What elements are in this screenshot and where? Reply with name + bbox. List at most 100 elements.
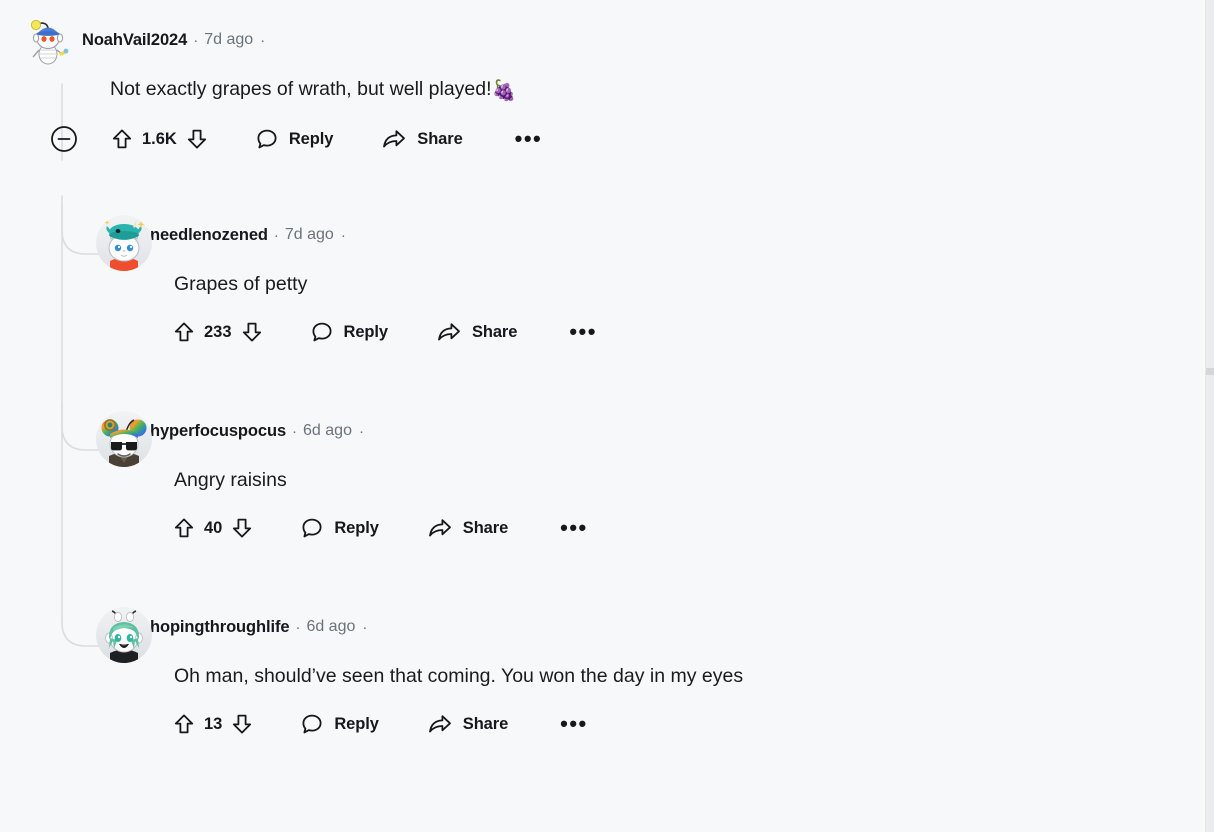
- separator-dot: ·: [295, 618, 301, 636]
- upvote-button[interactable]: [172, 516, 196, 540]
- share-arrow-icon: [428, 519, 451, 537]
- comment-thread: NoahVail2024 · 7d ago · Not exactly grap…: [0, 0, 1206, 832]
- vote-score: 1.6K: [142, 129, 177, 148]
- separator-dot-trailing: ·: [260, 31, 266, 49]
- separator-dot-trailing: ·: [358, 422, 364, 440]
- more-options-button[interactable]: •••: [560, 517, 588, 539]
- downvote-arrow-icon: [242, 322, 261, 342]
- upvote-arrow-icon: [174, 518, 194, 538]
- scrollbar-thumb[interactable]: [1206, 368, 1214, 375]
- comment-action-bar: 13 Reply Share •••: [172, 707, 1176, 741]
- vote-score: 13: [204, 714, 223, 733]
- vote-score: 233: [204, 322, 232, 341]
- comment-bubble-icon: [312, 322, 332, 342]
- comment-username[interactable]: hyperfocuspocus: [150, 422, 286, 441]
- reply-button[interactable]: Reply: [300, 707, 379, 741]
- vote-group: 1.6K: [110, 127, 209, 151]
- comment-header: NoahVail2024 · 7d ago ·: [26, 19, 1176, 65]
- snoo-white-cat-narwhal-hat-avatar: [96, 215, 152, 271]
- separator-dot-trailing: ·: [362, 618, 368, 636]
- share-label: Share: [462, 714, 509, 733]
- comment-bubble-icon: [257, 129, 277, 149]
- comment-body: Grapes of petty: [96, 271, 1176, 297]
- more-options-button[interactable]: •••: [560, 713, 588, 735]
- upvote-button[interactable]: [172, 712, 196, 736]
- reply-label: Reply: [288, 129, 334, 148]
- upvote-arrow-icon: [174, 322, 194, 342]
- reply-button[interactable]: Reply: [300, 511, 379, 545]
- snoo-rainbow-ears-sunglasses-avatar: [96, 411, 152, 467]
- avatar[interactable]: [96, 411, 152, 467]
- page-scrollbar-track[interactable]: [1206, 0, 1214, 832]
- more-options-button[interactable]: •••: [515, 128, 543, 150]
- comment-timestamp: 6d ago: [303, 422, 352, 439]
- share-button[interactable]: Share: [427, 707, 508, 741]
- grapes-emoji: 🍇: [491, 80, 517, 102]
- share-arrow-icon: [428, 715, 451, 733]
- downvote-button[interactable]: [240, 320, 264, 344]
- comment-timestamp: 7d ago: [284, 226, 334, 243]
- reply-label: Reply: [334, 714, 379, 733]
- avatar[interactable]: [96, 607, 152, 663]
- comment-action-bar: 40 Reply Share •••: [172, 511, 1176, 545]
- upvote-arrow-icon: [112, 129, 132, 149]
- vote-group: 13: [172, 712, 254, 736]
- comment-action-bar: 233 Reply Share •••: [172, 315, 1176, 349]
- more-options-button[interactable]: •••: [569, 321, 597, 343]
- comment-body: Oh man, should’ve seen that coming. You …: [96, 663, 1176, 689]
- share-label: Share: [462, 518, 509, 537]
- comment-username[interactable]: needlenozened: [150, 226, 268, 245]
- share-label: Share: [417, 129, 463, 148]
- downvote-arrow-icon: [233, 714, 252, 734]
- comment-timestamp: 6d ago: [306, 618, 356, 635]
- downvote-button[interactable]: [230, 516, 254, 540]
- comment-username[interactable]: hopingthroughlife: [150, 618, 290, 637]
- comment-root: NoahVail2024 · 7d ago · Not exactly grap…: [26, 19, 1176, 156]
- vote-score: 40: [204, 518, 223, 537]
- snoo-blue-hat-antenna-avatar: [30, 19, 69, 65]
- comment-text: Oh man, should’ve seen that coming. You …: [174, 665, 744, 687]
- comment-timestamp: 7d ago: [204, 31, 254, 48]
- downvote-button[interactable]: [185, 127, 209, 151]
- comment-bubble-icon: [302, 518, 322, 538]
- downvote-button[interactable]: [230, 712, 254, 736]
- separator-dot: ·: [193, 31, 199, 49]
- downvote-arrow-icon: [187, 129, 206, 149]
- avatar[interactable]: [96, 215, 152, 271]
- comment-header: hyperfocuspocus · 6d ago ·: [96, 411, 1176, 467]
- upvote-button[interactable]: [110, 127, 134, 151]
- snoo-green-hair-anime-avatar: [96, 607, 152, 663]
- separator-dot: ·: [292, 422, 298, 440]
- comment-body: Angry raisins: [96, 467, 1176, 493]
- share-button[interactable]: Share: [427, 511, 508, 545]
- comment-bubble-icon: [302, 714, 322, 734]
- share-arrow-icon: [438, 323, 460, 341]
- vote-group: 233: [172, 320, 264, 344]
- reply-button[interactable]: Reply: [255, 122, 333, 156]
- upvote-button[interactable]: [172, 320, 196, 344]
- avatar[interactable]: [26, 19, 69, 65]
- reply-button[interactable]: Reply: [310, 315, 388, 349]
- comment-reply-1: needlenozened · 7d ago · Grapes of petty…: [96, 215, 1176, 349]
- comment-username[interactable]: NoahVail2024: [82, 31, 187, 50]
- comment-header: needlenozened · 7d ago ·: [96, 215, 1176, 271]
- reply-label: Reply: [334, 518, 379, 537]
- share-button[interactable]: Share: [381, 122, 463, 156]
- upvote-arrow-icon: [174, 714, 194, 734]
- share-arrow-icon: [383, 130, 406, 148]
- vote-group: 40: [172, 516, 254, 540]
- comment-reply-2: hyperfocuspocus · 6d ago · Angry raisins…: [96, 411, 1176, 545]
- comment-text: Grapes of petty: [174, 273, 308, 295]
- comment-reply-3: hopingthroughlife · 6d ago · Oh man, sho…: [96, 607, 1176, 741]
- separator-dot: ·: [273, 226, 279, 244]
- comment-text: Angry raisins: [174, 469, 287, 491]
- downvote-arrow-icon: [233, 518, 252, 538]
- collapse-thread-button[interactable]: [46, 125, 82, 153]
- reply-label: Reply: [343, 322, 389, 341]
- comment-header: hopingthroughlife · 6d ago ·: [96, 607, 1176, 663]
- share-button[interactable]: Share: [436, 315, 517, 349]
- comment-body: Not exactly grapes of wrath, but well pl…: [26, 76, 1176, 104]
- separator-dot-trailing: ·: [340, 226, 346, 244]
- comment-text: Not exactly grapes of wrath, but well pl…: [110, 78, 492, 100]
- collapse-minus-icon: [51, 126, 77, 152]
